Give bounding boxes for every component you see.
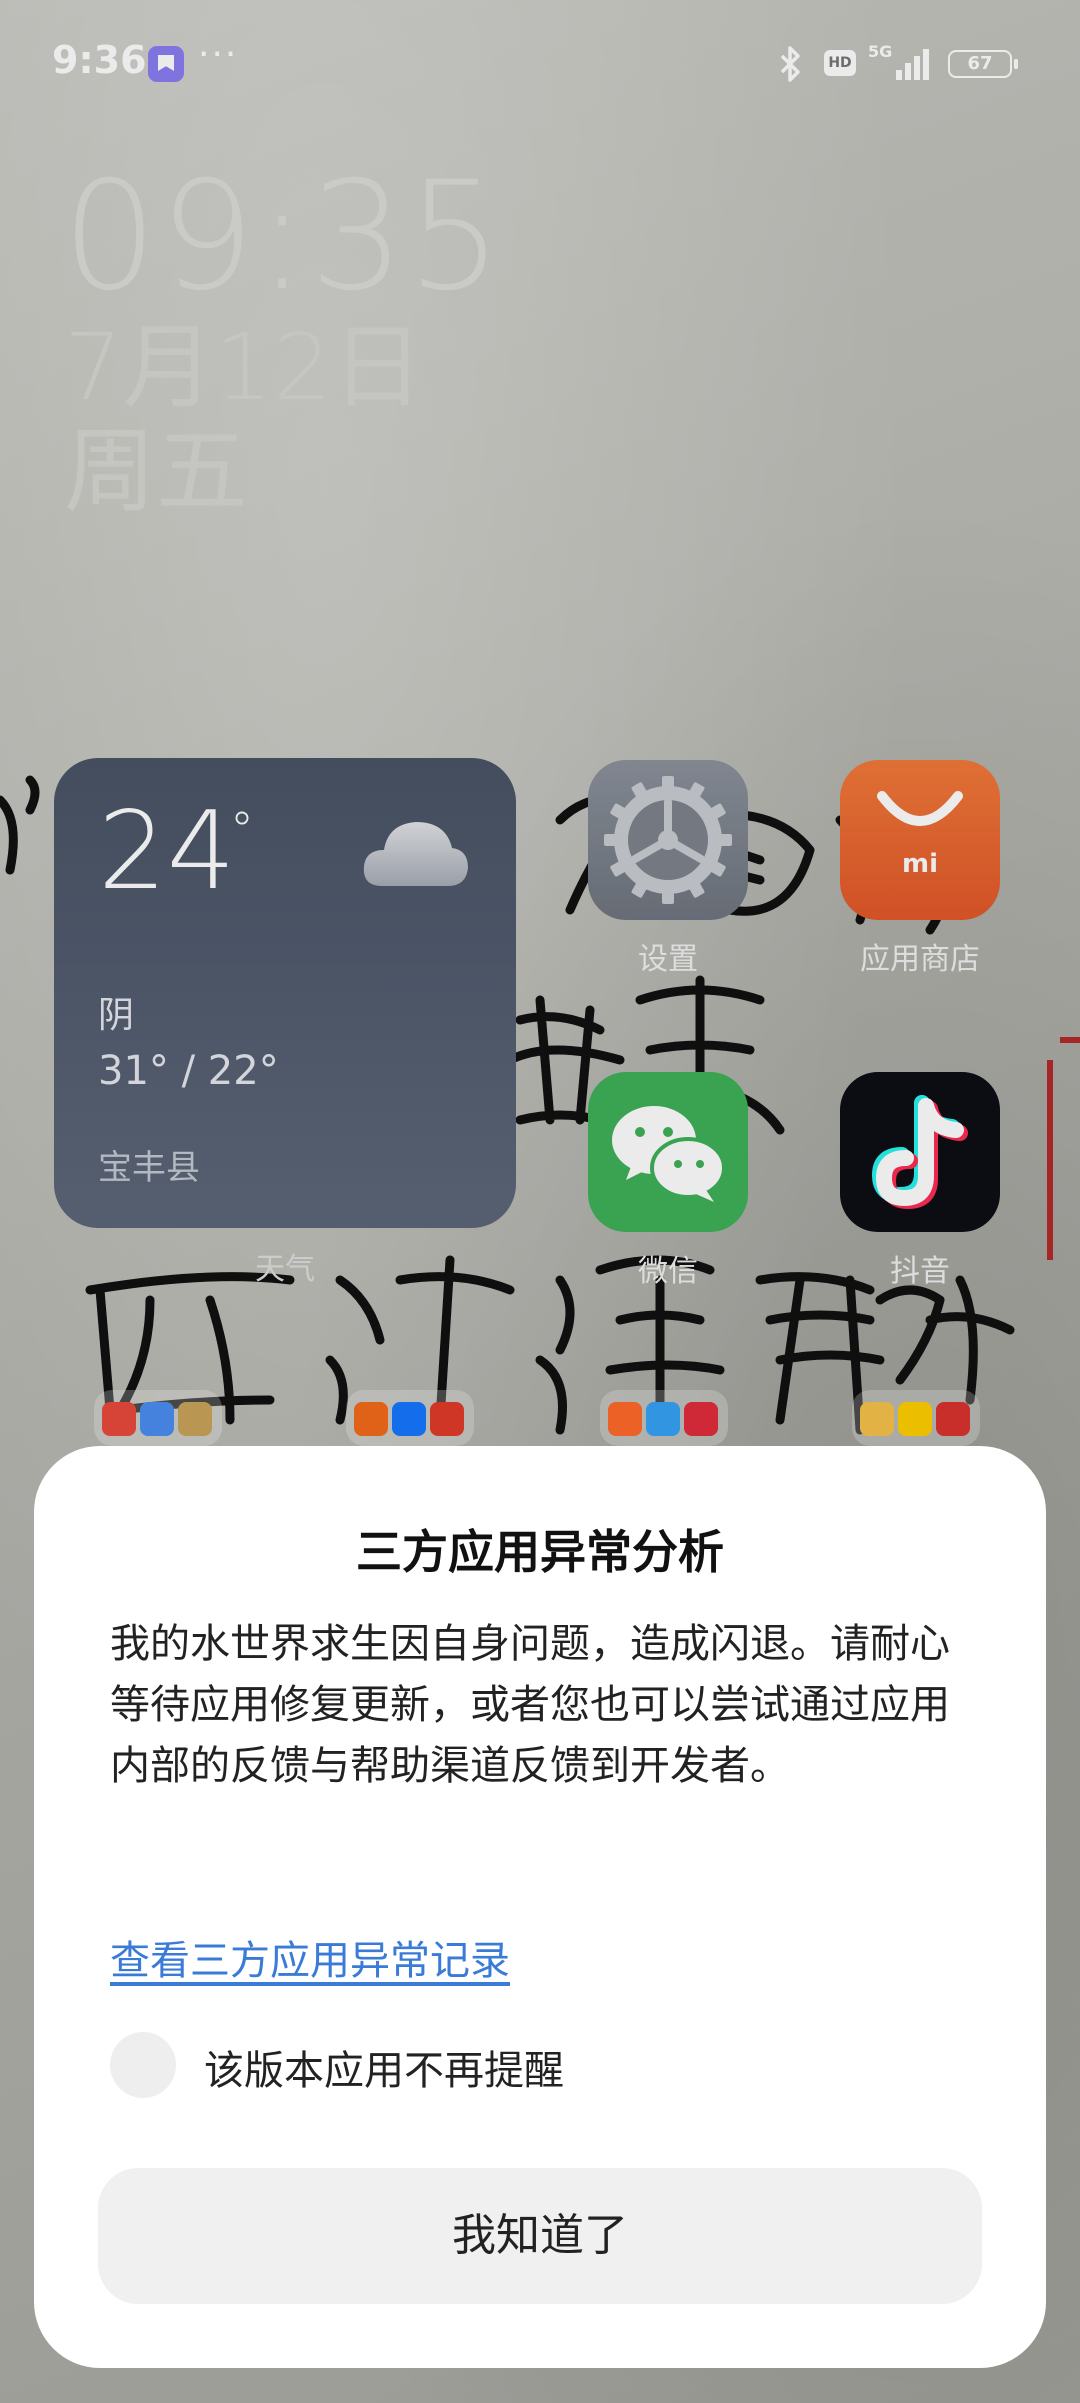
app-crash-dialog: 三方应用异常分析 我的水世界求生因自身问题，造成闪退。请耐心等待应用修复更新，或… — [34, 1446, 1046, 2368]
dialog-message: 我的水世界求生因自身问题，造成闪退。请耐心等待应用修复更新，或者您也可以尝试通过… — [110, 1621, 950, 1789]
dialog-title: 三方应用异常分析 — [356, 1525, 724, 1579]
dont-remind-label[interactable]: 该版本应用不再提醒 — [204, 2038, 564, 2096]
view-crash-records-link[interactable]: 查看三方应用异常记录 — [110, 1928, 510, 1986]
dont-remind-checkbox[interactable] — [110, 2032, 176, 2098]
confirm-button[interactable]: 我知道了 — [98, 2168, 982, 2304]
